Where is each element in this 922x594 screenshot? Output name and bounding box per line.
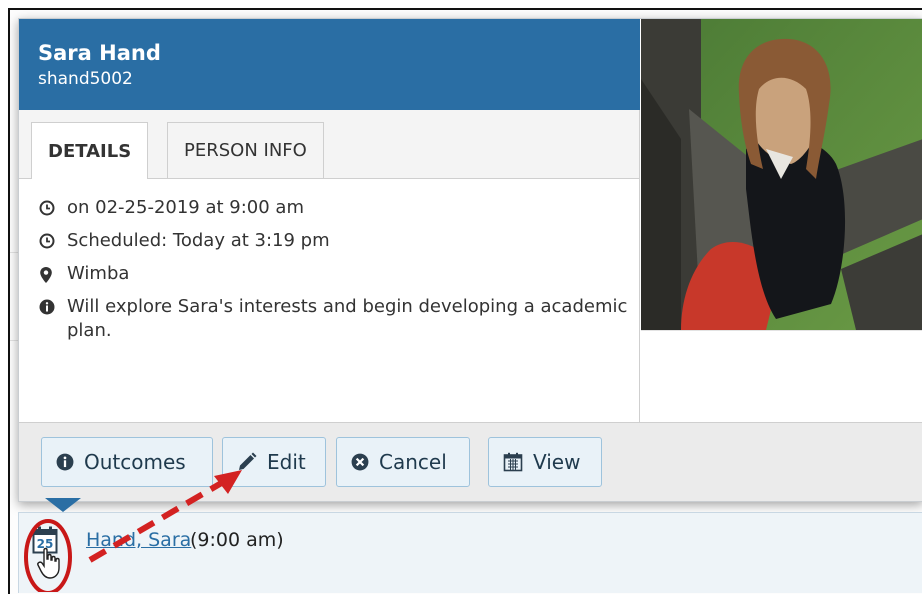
tab-person-info[interactable]: PERSON INFO — [167, 122, 324, 178]
detail-note-text: Will explore Sara's interests and begin … — [67, 296, 628, 341]
person-photo — [641, 19, 922, 330]
view-button[interactable]: View — [488, 437, 602, 487]
detail-date: on 02-25-2019 at 9:00 am — [39, 196, 629, 220]
detail-date-text: on 02-25-2019 at 9:00 am — [67, 197, 304, 218]
edit-button[interactable]: Edit — [222, 437, 326, 487]
cancel-button[interactable]: Cancel — [336, 437, 470, 487]
person-name: Sara Hand — [38, 41, 161, 65]
photo-panel-blank — [641, 330, 922, 423]
popover-pointer — [45, 498, 81, 512]
cancel-button-label: Cancel — [379, 450, 447, 474]
detail-scheduled: Scheduled: Today at 3:19 pm — [39, 229, 629, 253]
calendar-event-icon[interactable]: 25 — [32, 526, 58, 558]
outcomes-button[interactable]: Outcomes — [41, 437, 213, 487]
detail-location: Wimba — [39, 262, 629, 286]
outcomes-button-label: Outcomes — [84, 450, 186, 474]
edit-button-label: Edit — [267, 450, 306, 474]
event-person-link[interactable]: Hand, Sara — [86, 529, 191, 551]
view-button-label: View — [533, 450, 581, 474]
event-time: (9:00 am) — [190, 529, 284, 551]
tab-bar: DETAILS PERSON INFO — [19, 110, 639, 179]
appointment-popover: Sara Hand shand5002 DETAILS PERSON INFO … — [18, 18, 922, 502]
times-circle-icon — [351, 453, 369, 471]
calendar-day-number: 25 — [37, 537, 54, 551]
map-marker-icon — [39, 262, 67, 284]
info-icon — [56, 453, 74, 471]
detail-location-text: Wimba — [67, 263, 130, 284]
person-username: shand5002 — [38, 69, 133, 89]
popover-header: Sara Hand shand5002 — [19, 19, 640, 110]
clock-icon — [39, 229, 67, 249]
pencil-icon — [237, 452, 257, 472]
calendar-icon — [503, 452, 523, 472]
info-icon — [39, 295, 67, 315]
calendar-event-row[interactable] — [18, 512, 922, 593]
tab-details[interactable]: DETAILS — [31, 122, 149, 179]
popover-body: DETAILS PERSON INFO on 02-25-2019 at 9:0… — [19, 110, 640, 422]
detail-note: Will explore Sara's interests and begin … — [39, 295, 629, 343]
clock-icon — [39, 196, 67, 216]
popover-footer: Outcomes Edit Cancel View — [19, 422, 922, 501]
details-list: on 02-25-2019 at 9:00 am Scheduled: Toda… — [39, 196, 629, 352]
detail-scheduled-text: Scheduled: Today at 3:19 pm — [67, 230, 330, 251]
